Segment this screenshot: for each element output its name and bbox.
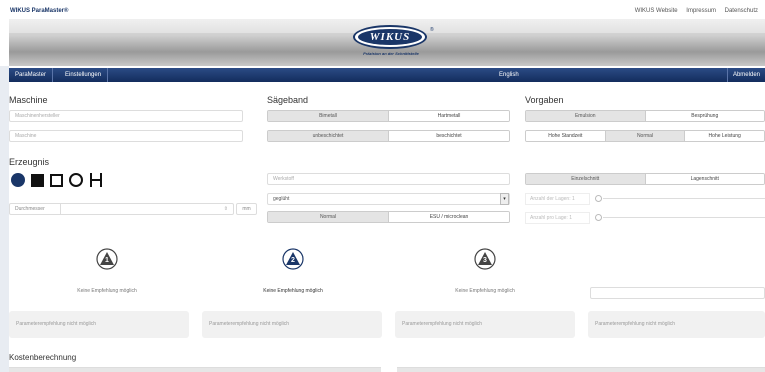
wikus-website-link[interactable]: WIKUS Website (635, 8, 678, 14)
param-box-1: Parameterempfehlung nicht möglich (9, 311, 189, 338)
cut-toggle: Einzelschnitt Lagenschnitt (525, 173, 765, 185)
step-2-icon: 2 (282, 248, 304, 270)
slider-track (603, 198, 765, 199)
option-esu-microclean[interactable]: ESU / microclean (388, 212, 509, 222)
step-1-number: 1 (105, 257, 109, 264)
saegeband-heading: Sägeband (267, 95, 309, 105)
treatment-select[interactable]: geglüht ▾ (267, 193, 510, 205)
erzeugnis-heading: Erzeugnis (9, 157, 50, 167)
shape-selector (11, 173, 109, 187)
option-hartmetall[interactable]: Hartmetall (388, 111, 509, 121)
logout-button[interactable]: Abmelden (726, 68, 765, 82)
step-2-message: Keine Empfehlung möglich (263, 288, 323, 294)
step-3-number: 3 (483, 257, 487, 264)
nav-paramaster[interactable]: ParaMaster (9, 68, 54, 82)
slider-track (603, 217, 765, 218)
cost-field-left[interactable] (9, 367, 381, 372)
round-solid-icon[interactable] (11, 173, 25, 187)
header-banner: WIKUS ® Präzision an der Schnittstelle (9, 19, 765, 66)
step-1-message: Keine Empfehlung möglich (77, 288, 137, 294)
diameter-label: Durchmesser (15, 206, 45, 212)
square-solid-icon[interactable] (31, 173, 44, 187)
stepper-icon[interactable]: ⇳ (224, 204, 228, 214)
option-beschichtet[interactable]: beschichtet (388, 131, 509, 141)
mode-toggle: Hohe Standzeit Normal Hohe Leistung (525, 130, 765, 142)
step-1-icon: 1 (96, 248, 118, 270)
param-box-4: Parameterempfehlung nicht möglich (588, 311, 765, 338)
top-links: WIKUS Website Impressum Datenschutz (635, 8, 765, 14)
language-switch[interactable]: English (499, 68, 519, 82)
step-3-message: Keine Empfehlung möglich (455, 288, 515, 294)
kosten-heading: Kostenberechnung (9, 353, 77, 362)
top-bar: WIKUS ParaMaster® WIKUS Website Impressu… (0, 0, 765, 19)
round-hollow-icon[interactable] (69, 173, 83, 187)
step-2-number: 2 (291, 257, 295, 264)
input-divider (60, 203, 61, 215)
extra-input[interactable] (590, 287, 765, 299)
h-beam-icon[interactable] (89, 173, 103, 187)
wikus-logo: WIKUS (353, 25, 427, 49)
machine-input[interactable]: Maschine (9, 130, 243, 142)
option-normal-quality[interactable]: Normal (268, 212, 388, 222)
option-hohe-leistung[interactable]: Hohe Leistung (684, 131, 764, 141)
option-hohe-standzeit[interactable]: Hohe Standzeit (526, 131, 605, 141)
param-box-2: Parameterempfehlung nicht möglich (202, 311, 382, 338)
layers-slider[interactable]: Anzahl der Lagen: 1 (525, 193, 765, 205)
per-layer-slider[interactable]: Anzahl pro Lage: 1 (525, 212, 765, 224)
per-layer-label: Anzahl pro Lage: 1 (525, 212, 590, 224)
quality-toggle: Normal ESU / microclean (267, 211, 510, 223)
slider-handle[interactable] (595, 195, 602, 202)
option-emulsion[interactable]: Emulsion (526, 111, 645, 121)
maschine-heading: Maschine (9, 95, 48, 105)
diameter-input[interactable]: Durchmesser ⇳ (9, 203, 234, 215)
cost-field-right[interactable] (397, 367, 765, 372)
brand-name: WIKUS ParaMaster® (10, 8, 69, 14)
square-hollow-icon[interactable] (50, 173, 63, 187)
datenschutz-link[interactable]: Datenschutz (725, 8, 758, 14)
coating-toggle: unbeschichtet beschichtet (267, 130, 510, 142)
impressum-link[interactable]: Impressum (686, 8, 716, 14)
cooling-toggle: Emulsion Besprühung (525, 110, 765, 122)
material-toggle: Bimetall Hartmetall (267, 110, 510, 122)
registered-mark: ® (430, 27, 434, 33)
slider-handle[interactable] (595, 214, 602, 221)
slogan: Präzision an der Schnittstelle (363, 51, 419, 56)
logo-text: WIKUS (358, 29, 422, 45)
option-bimetall[interactable]: Bimetall (268, 111, 388, 121)
option-unbeschichtet[interactable]: unbeschichtet (268, 131, 388, 141)
step-3-icon: 3 (474, 248, 496, 270)
treatment-value: geglüht (273, 196, 290, 202)
main-navigation: ParaMaster Einstellungen English Abmelde… (9, 68, 765, 82)
chevron-down-icon[interactable]: ▾ (500, 193, 509, 205)
vorgaben-heading: Vorgaben (525, 95, 564, 105)
manufacturer-input[interactable]: Maschinenhersteller (9, 110, 243, 122)
option-lagenschnitt[interactable]: Lagenschnitt (644, 174, 764, 184)
diameter-unit: mm (236, 203, 257, 215)
side-gradient (0, 66, 9, 372)
layers-label: Anzahl der Lagen: 1 (525, 193, 590, 205)
option-bespruehung[interactable]: Besprühung (644, 111, 764, 121)
param-box-3: Parameterempfehlung nicht möglich (395, 311, 575, 338)
option-einzelschnitt[interactable]: Einzelschnitt (526, 174, 645, 184)
option-normal-mode[interactable]: Normal (604, 131, 685, 141)
werkstoff-input[interactable]: Werkstoff (267, 173, 510, 185)
nav-einstellungen[interactable]: Einstellungen (59, 68, 109, 82)
